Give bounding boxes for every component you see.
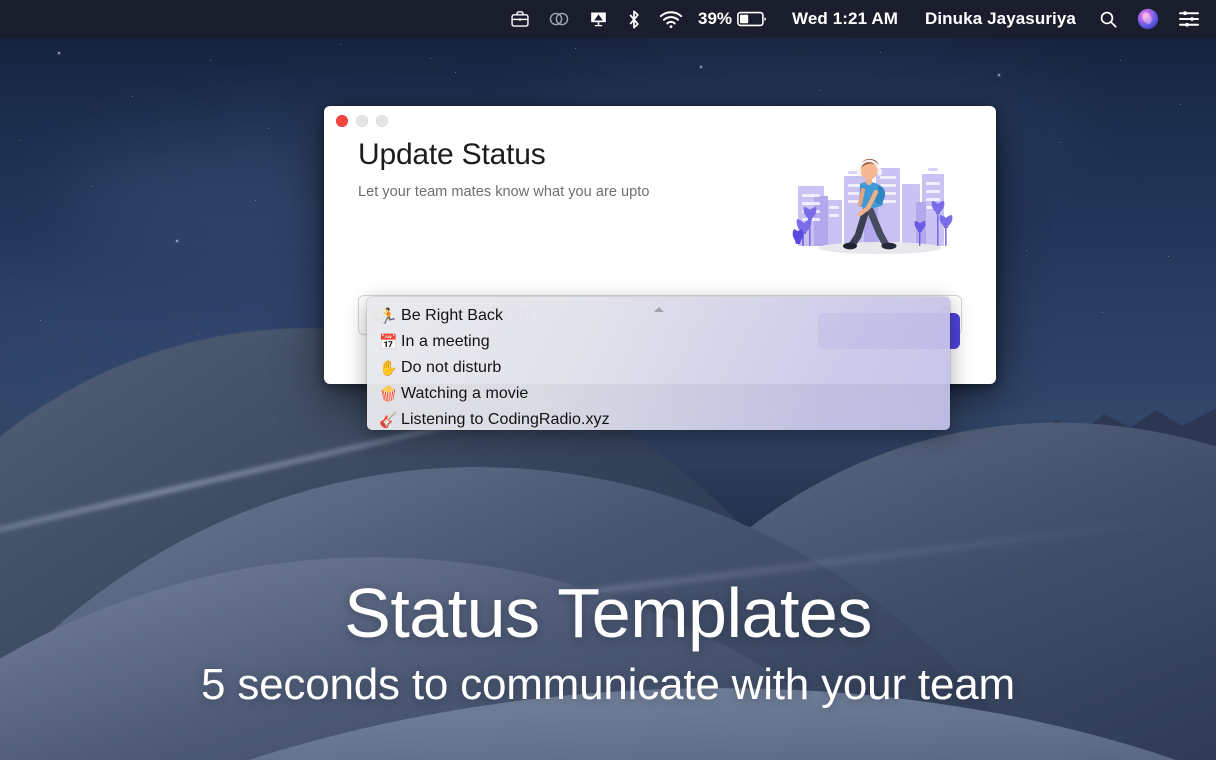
window-body: Update Status Let your team mates know w… — [324, 138, 996, 335]
dropdown-option[interactable]: 🍿 Watching a movie — [367, 381, 950, 407]
screen-sharing-icon[interactable] — [579, 0, 618, 38]
star — [58, 52, 60, 54]
search-icon[interactable] — [1085, 0, 1127, 38]
promo-headline: Status Templates — [344, 574, 872, 652]
maximize-window-button[interactable] — [376, 115, 388, 127]
star — [210, 60, 211, 61]
star — [1060, 142, 1061, 143]
star — [1120, 60, 1121, 61]
dropdown-option-label: Watching a movie — [401, 385, 529, 402]
dropdown-option[interactable]: 🎸 Listening to CodingRadio.xyz — [367, 407, 950, 430]
star — [1180, 104, 1181, 105]
scroll-up-arrow-icon[interactable] — [653, 299, 664, 312]
dropdown-option[interactable]: ✋ Do not disturb — [367, 355, 950, 381]
bluetooth-icon[interactable] — [618, 0, 650, 38]
battery-percent-label: 39% — [697, 9, 733, 28]
battery-icon — [737, 11, 767, 27]
dropdown-option-emoji: 🍿 — [379, 385, 398, 403]
person-walking-city-illustration — [788, 144, 968, 262]
star — [998, 74, 1000, 76]
star — [92, 186, 93, 187]
wifi-icon[interactable] — [650, 0, 692, 38]
window-traffic-lights — [336, 115, 388, 127]
minimize-window-button[interactable] — [356, 115, 368, 127]
briefcase-icon[interactable] — [501, 0, 539, 38]
dropdown-option-list: 🏃 Be Right Back 📅 In a meeting ✋ Do not distu… — [367, 303, 950, 430]
clock-label: Wed 1:21 AM — [792, 9, 898, 28]
window-titlebar[interactable] — [324, 106, 996, 136]
dropdown-option-label: Be Right Back — [401, 307, 504, 324]
star — [40, 320, 41, 321]
star — [340, 44, 341, 45]
menu-bar: 39% Wed 1:21 AM Dinuka Jayasuriya — [0, 0, 1216, 38]
creative-cloud-icon[interactable] — [539, 0, 579, 38]
control-center-icon[interactable] — [1168, 0, 1204, 38]
star — [430, 58, 431, 59]
star — [455, 72, 456, 73]
user-name-label: Dinuka Jayasuriya — [924, 9, 1076, 28]
dropdown-option-label: Do not disturb — [401, 359, 502, 376]
clock[interactable]: Wed 1:21 AM — [776, 0, 907, 38]
dropdown-option-emoji: 🏃 — [379, 307, 398, 325]
user-menu[interactable]: Dinuka Jayasuriya — [907, 0, 1085, 38]
promo-subheadline: 5 seconds to communicate with your team — [201, 660, 1015, 709]
star — [255, 200, 256, 201]
star — [820, 90, 821, 91]
promo-text: Status Templates 5 seconds to communicat… — [0, 578, 1216, 708]
star — [20, 140, 21, 141]
star — [1102, 312, 1103, 313]
dropdown-option-label: Listening to CodingRadio.xyz — [401, 411, 610, 428]
star — [176, 240, 178, 242]
star — [268, 128, 269, 129]
dropdown-option-emoji: 🎸 — [379, 411, 398, 429]
star — [700, 66, 702, 68]
siri-icon[interactable] — [1127, 0, 1168, 38]
star — [198, 334, 199, 335]
status-template-dropdown[interactable]: 🏃 Be Right Back 📅 In a meeting ✋ Do not distu… — [367, 297, 950, 430]
dropdown-option-emoji: ✋ — [379, 359, 398, 377]
dropdown-option-emoji: 📅 — [379, 333, 398, 351]
star — [1168, 256, 1169, 257]
battery-status[interactable]: 39% — [692, 0, 776, 38]
dropdown-option[interactable]: 📅 In a meeting — [367, 329, 950, 355]
star — [880, 52, 881, 53]
dropdown-option-label: In a meeting — [401, 333, 490, 350]
star — [1026, 250, 1027, 251]
star — [132, 96, 133, 97]
star — [575, 48, 576, 49]
close-window-button[interactable] — [336, 115, 348, 127]
